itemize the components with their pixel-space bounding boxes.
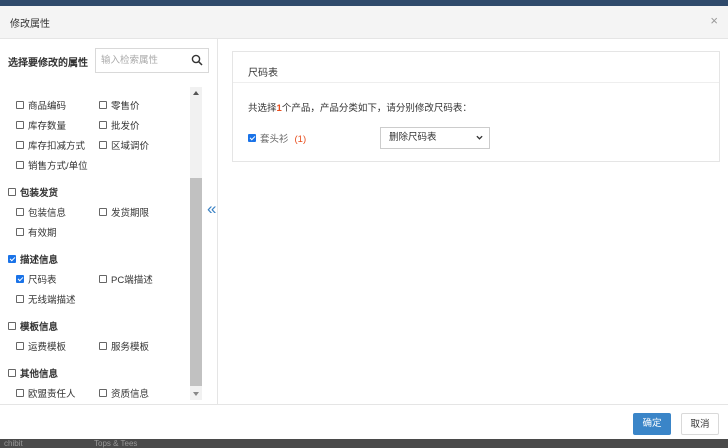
attr-stock-deduct[interactable]: 库存扣减方式 <box>16 140 85 154</box>
dialog-title: 修改属性 <box>10 19 50 30</box>
attr-validity[interactable]: 有效期 <box>16 227 57 241</box>
checkbox[interactable] <box>8 255 16 264</box>
checkbox[interactable] <box>248 134 256 143</box>
attr-mobile-desc[interactable]: 无线端描述 <box>16 294 76 308</box>
checkbox[interactable] <box>99 389 107 398</box>
modify-attributes-dialog: 修改属性 × 选择要修改的属性 商品编码 零售价 库存数量 批发价 <box>0 6 728 440</box>
group-other[interactable]: 其他信息 <box>8 368 58 382</box>
size-chart-section: 尺码表 共选择1个产品，产品分类如下，请分别修改尺码表： 套头衫 (1) 删除尺码… <box>232 51 720 162</box>
attr-stock-qty[interactable]: 库存数量 <box>16 120 66 134</box>
dialog-footer: 确定 取消 <box>0 404 728 440</box>
checkbox[interactable] <box>16 141 24 150</box>
scroll-up-icon[interactable] <box>193 91 199 95</box>
attr-eu-responsible[interactable]: 欧盟责任人 <box>16 388 76 402</box>
background-text: Tops & Tees <box>94 439 138 448</box>
product-category-label: 套头衫 <box>260 134 289 145</box>
product-category-count: (1) <box>294 134 307 145</box>
attr-qualification[interactable]: 资质信息 <box>99 388 149 402</box>
size-chart-select-value: 删除尺码表 <box>389 132 437 143</box>
attribute-panel: 选择要修改的属性 商品编码 零售价 库存数量 批发价 库存扣减方式 <box>0 39 218 404</box>
checkbox[interactable] <box>16 228 24 237</box>
attribute-list: 商品编码 零售价 库存数量 批发价 库存扣减方式 区域调价 销售方式/单位 包装… <box>0 87 203 403</box>
size-chart-select[interactable]: 删除尺码表 <box>380 127 490 149</box>
checkbox[interactable] <box>99 141 107 150</box>
background-text: chibit <box>4 439 23 448</box>
product-category-row[interactable]: 套头衫 (1) <box>248 131 306 145</box>
group-description[interactable]: 描述信息 <box>8 254 58 268</box>
collapse-panel-icon[interactable]: « <box>207 200 216 217</box>
checkbox[interactable] <box>8 322 16 331</box>
attr-size-chart[interactable]: 尺码表 <box>16 274 57 288</box>
attribute-search-input[interactable] <box>101 53 181 68</box>
scroll-down-icon[interactable] <box>193 392 199 396</box>
attr-pc-desc[interactable]: PC端描述 <box>99 274 153 288</box>
close-icon[interactable]: × <box>710 14 718 27</box>
attr-sale-unit[interactable]: 销售方式/单位 <box>16 160 88 174</box>
attribute-panel-title: 选择要修改的属性 <box>8 58 88 69</box>
divider <box>233 82 719 83</box>
size-chart-description: 共选择1个产品，产品分类如下，请分别修改尺码表： <box>248 103 472 114</box>
scrollbar-thumb[interactable] <box>190 178 202 386</box>
checkbox[interactable] <box>16 161 24 170</box>
checkbox[interactable] <box>8 188 16 197</box>
checkbox[interactable] <box>16 101 24 110</box>
attribute-list-scrollbar[interactable] <box>190 87 202 400</box>
attr-region-price[interactable]: 区域调价 <box>99 140 149 154</box>
confirm-button[interactable]: 确定 <box>633 413 671 435</box>
checkbox[interactable] <box>16 342 24 351</box>
checkbox[interactable] <box>16 208 24 217</box>
attr-retail-price[interactable]: 零售价 <box>99 100 140 114</box>
search-icon[interactable] <box>191 54 203 66</box>
attr-wholesale-price[interactable]: 批发价 <box>99 120 140 134</box>
checkbox[interactable] <box>16 295 24 304</box>
checkbox[interactable] <box>99 275 107 284</box>
checkbox[interactable] <box>8 369 16 378</box>
cancel-button[interactable]: 取消 <box>681 413 719 435</box>
checkbox[interactable] <box>16 389 24 398</box>
attr-ship-deadline[interactable]: 发货期限 <box>99 207 149 221</box>
attr-product-code[interactable]: 商品编码 <box>16 100 66 114</box>
group-templates[interactable]: 模板信息 <box>8 321 58 335</box>
checkbox[interactable] <box>99 208 107 217</box>
attr-package-info[interactable]: 包装信息 <box>16 207 66 221</box>
checkbox[interactable] <box>99 101 107 110</box>
chevron-down-icon <box>476 135 483 140</box>
checkbox[interactable] <box>99 121 107 130</box>
group-packaging[interactable]: 包装发货 <box>8 187 58 201</box>
size-chart-title: 尺码表 <box>248 68 278 79</box>
attr-service-template[interactable]: 服务模板 <box>99 341 149 355</box>
dialog-header: 修改属性 × <box>0 6 728 39</box>
checkbox[interactable] <box>16 275 24 284</box>
background-page-strip: chibit Tops & Tees <box>0 439 728 448</box>
checkbox[interactable] <box>99 342 107 351</box>
attr-shipping-template[interactable]: 运费模板 <box>16 341 66 355</box>
checkbox[interactable] <box>16 121 24 130</box>
attribute-search-box <box>95 48 209 73</box>
